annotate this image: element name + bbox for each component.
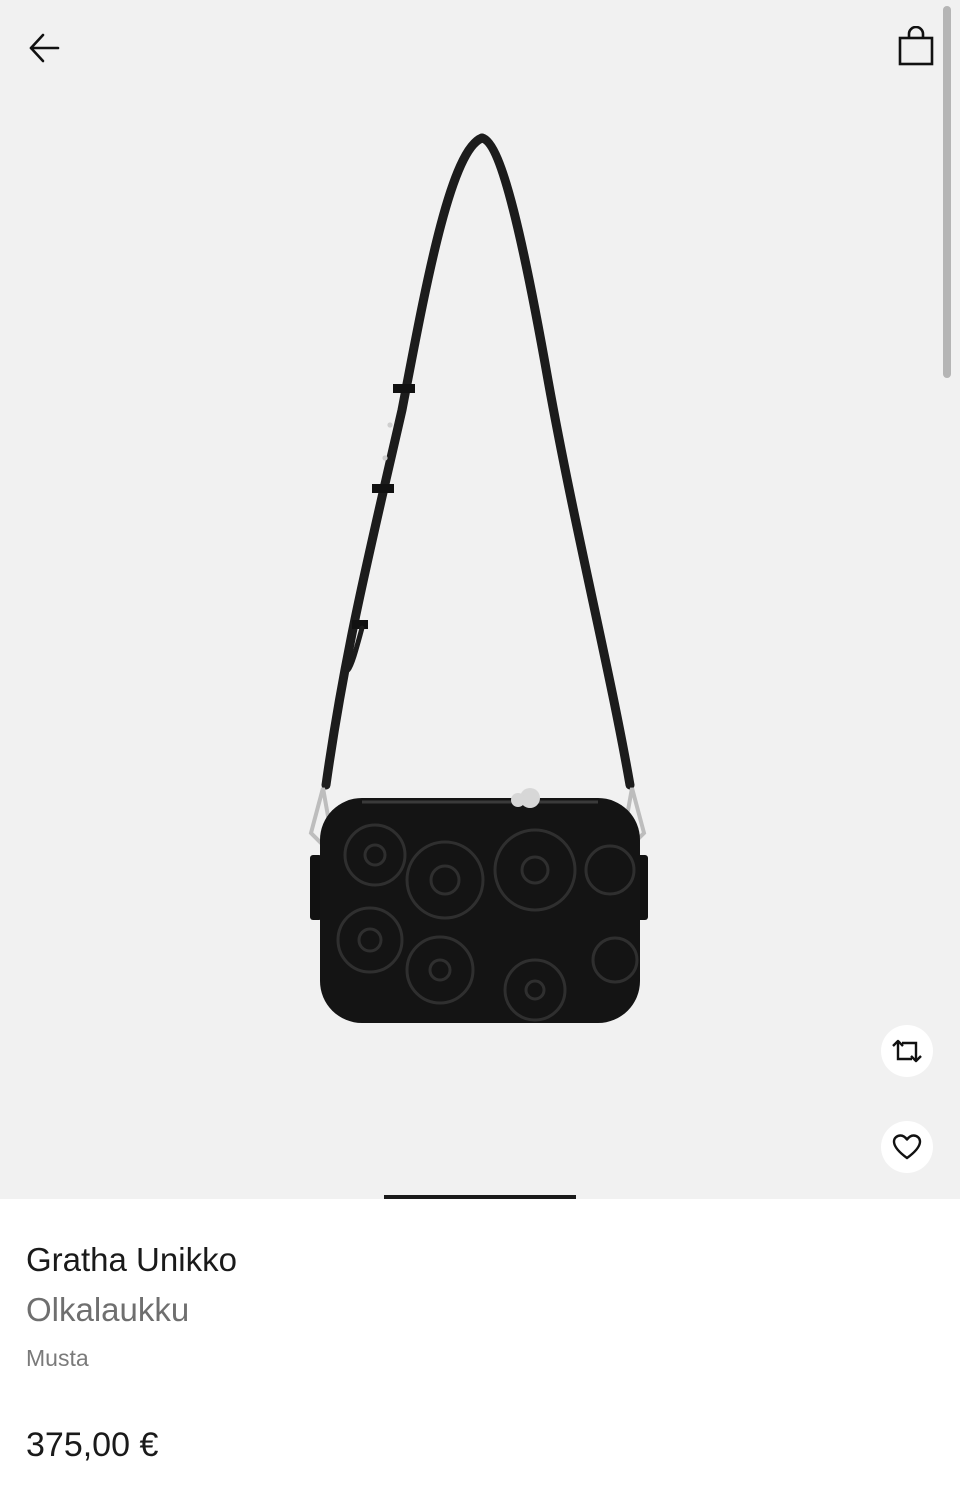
cart-button[interactable] [890, 20, 942, 72]
product-type: Olkalaukku [26, 1291, 190, 1328]
product-name: Gratha Unikko [26, 1241, 237, 1278]
product-color: Musta [26, 1345, 89, 1371]
shopping-bag-icon [898, 26, 934, 66]
scrollbar[interactable] [943, 6, 951, 378]
product-price: 375,00 € [26, 1426, 159, 1464]
favorite-button[interactable] [881, 1121, 933, 1173]
view-switch-button[interactable] [881, 1025, 933, 1077]
product-gallery[interactable] [0, 0, 960, 1199]
heart-icon [892, 1134, 922, 1160]
product-page: Gratha Unikko Olkalaukku Musta 375,00 € [0, 0, 960, 1491]
back-button[interactable] [18, 22, 70, 74]
rotate-arrows-icon [892, 1039, 922, 1063]
arrow-left-icon [29, 33, 60, 63]
product-info: Gratha Unikko Olkalaukku Musta [26, 1236, 934, 1378]
gallery-pagination-indicator[interactable] [384, 1195, 576, 1199]
product-image[interactable] [290, 130, 670, 1030]
